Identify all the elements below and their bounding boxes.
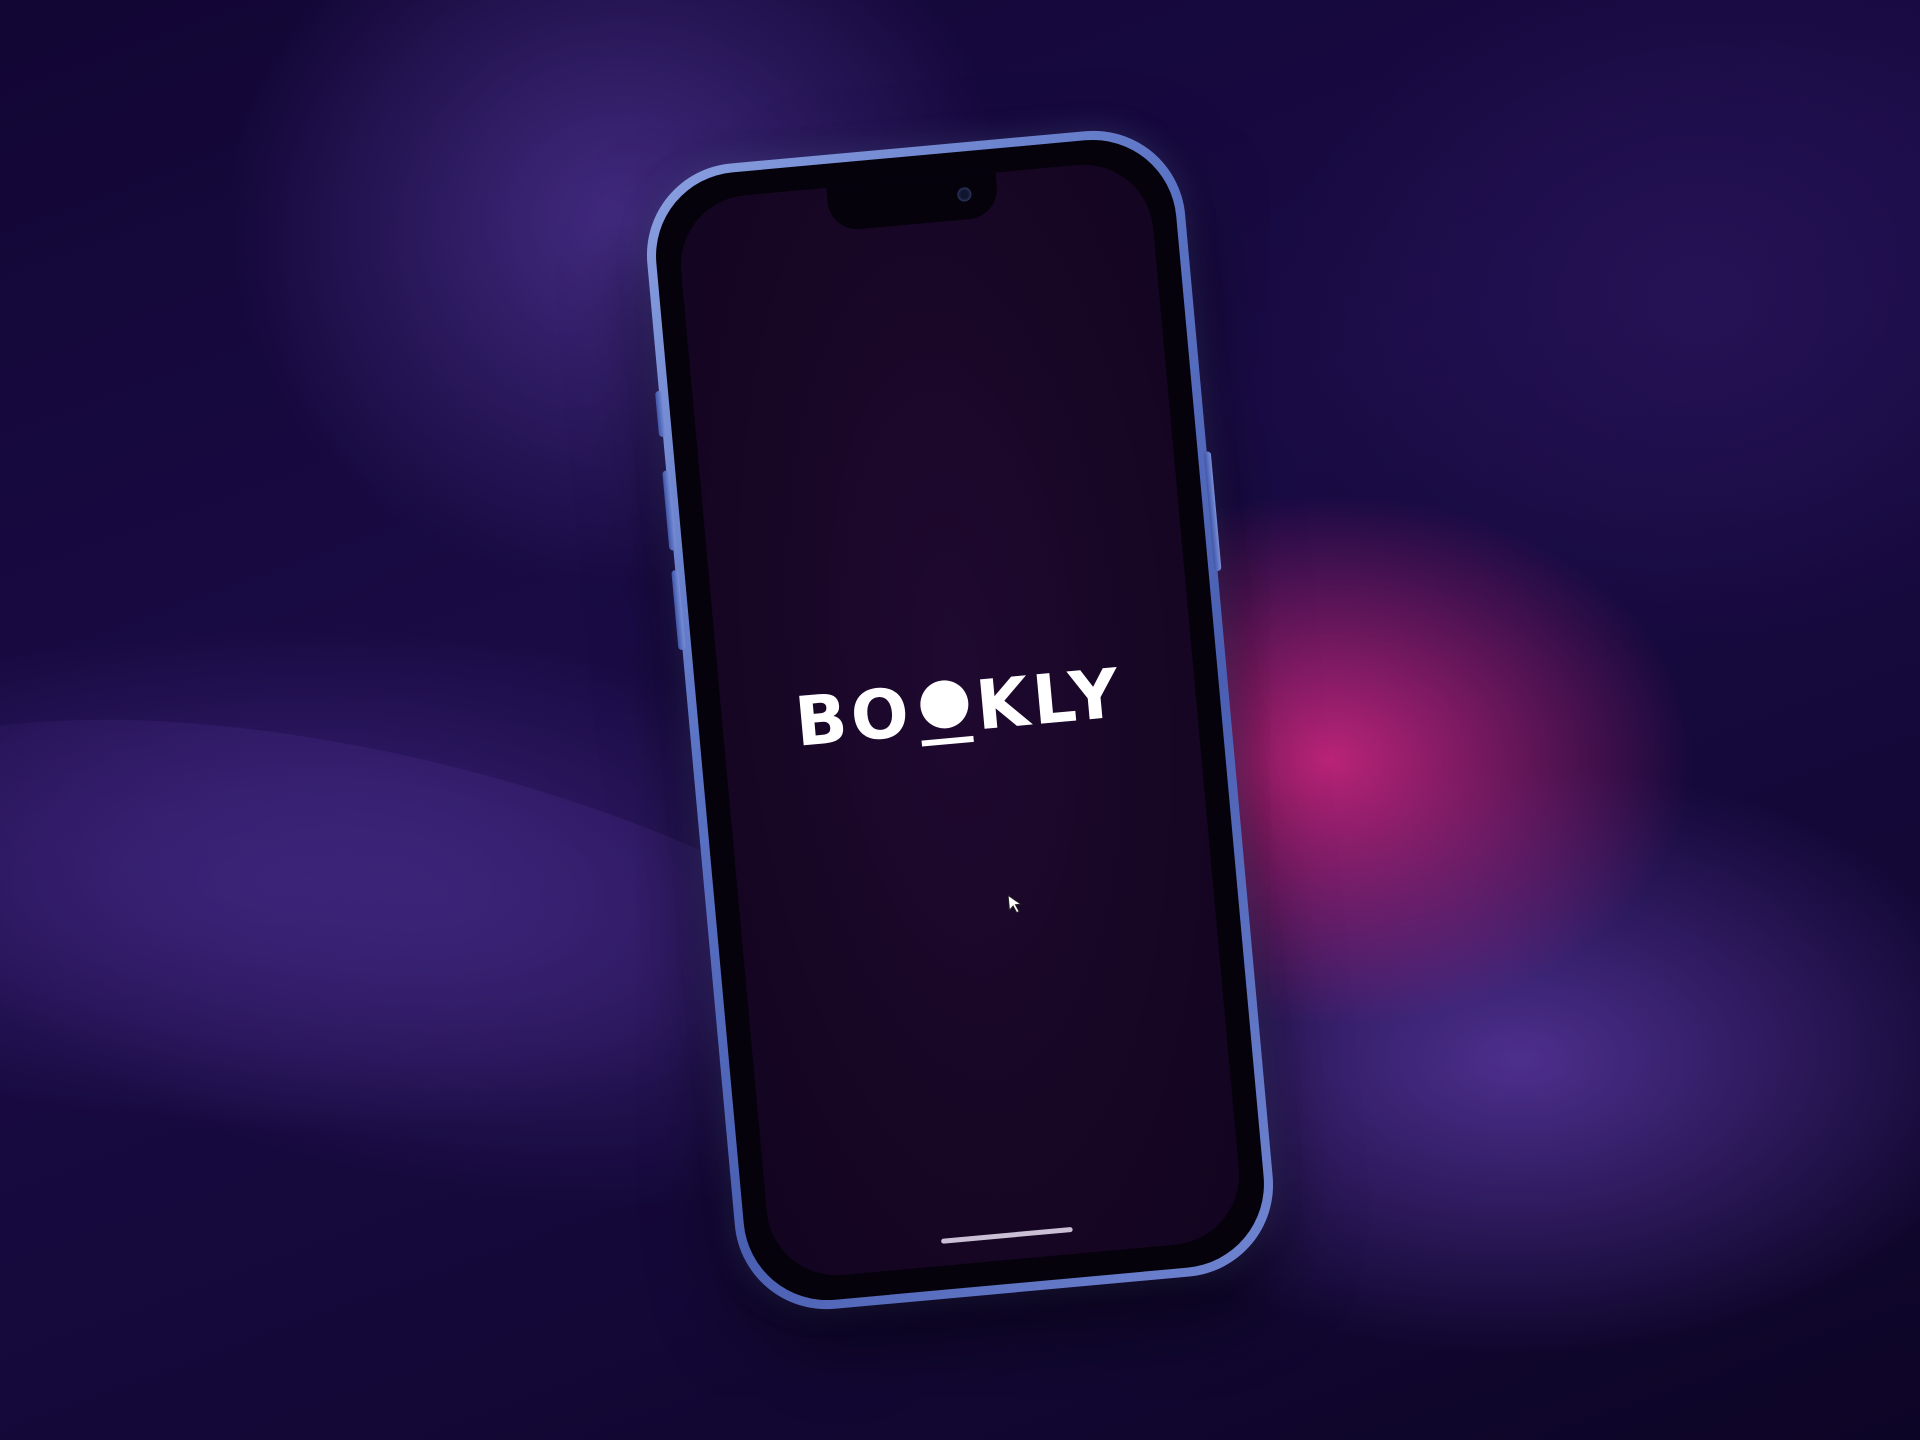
front-camera-icon [956, 186, 972, 203]
phone-screen[interactable]: B O KLY [674, 158, 1246, 1282]
cursor-arrow-icon [1007, 894, 1023, 914]
logo-part-b: B [791, 679, 855, 763]
app-logo: B O KLY [791, 654, 1127, 763]
phone-device: B O KLY [638, 122, 1282, 1318]
logo-part-kly: KLY [972, 654, 1127, 747]
logo-part-o: O [847, 673, 917, 758]
home-indicator[interactable] [940, 1226, 1073, 1244]
logo-ball-mark [916, 674, 974, 747]
dynamic-island [826, 172, 1000, 232]
logo-ball [917, 678, 971, 731]
background-scene: B O KLY [0, 0, 1920, 1440]
phone-bezel: B O KLY [648, 132, 1272, 1308]
logo-underline [921, 736, 974, 747]
